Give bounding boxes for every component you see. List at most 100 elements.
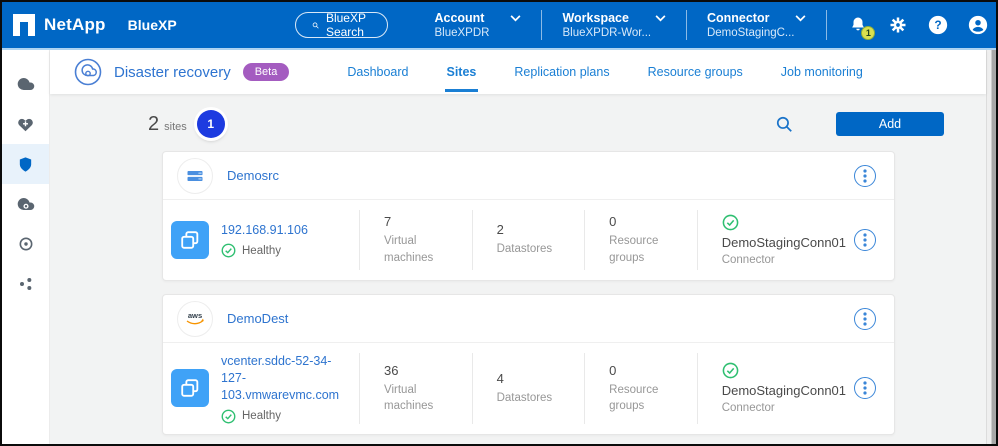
- settings-button[interactable]: [885, 12, 911, 38]
- sidebar-item-storage[interactable]: [2, 64, 49, 104]
- stat-virtual-machines: 36 Virtual machines: [359, 353, 472, 424]
- healthy-check-icon: [221, 243, 236, 258]
- cloud-icon: [17, 75, 35, 93]
- host-menu-button[interactable]: [854, 229, 876, 251]
- tab-replication-plans[interactable]: Replication plans: [512, 52, 611, 92]
- kebab-menu-icon: [863, 312, 867, 326]
- site-avatar: [177, 158, 213, 194]
- host-link[interactable]: 192.168.91.106: [221, 222, 351, 239]
- stat-resource-groups: 0 Resource groups: [584, 353, 697, 424]
- site-card-header: Demosrc: [163, 152, 894, 200]
- header-icons: 1 ?: [845, 12, 991, 38]
- tab-dashboard[interactable]: Dashboard: [345, 52, 410, 92]
- header-menus: Account BlueXPDR Workspace BlueXPDR-Wor.…: [414, 10, 827, 40]
- workspace-label: Workspace: [562, 11, 628, 25]
- aws-icon: aws: [183, 309, 207, 329]
- sidebar-item-protection-active[interactable]: [2, 144, 49, 184]
- connector-check-icon: [722, 214, 739, 231]
- user-icon: [967, 14, 989, 36]
- brand-netapp: NetApp: [44, 15, 106, 35]
- sites-content: 2 sites 1 Add: [50, 94, 986, 444]
- sites-count: 2: [148, 113, 159, 136]
- tab-sites[interactable]: Sites: [445, 52, 479, 92]
- chevron-down-icon: [510, 15, 521, 22]
- host-column: vcenter.sddc-52-34-127-103.vmwarevmc.com…: [221, 353, 359, 424]
- vm-stack-icon: [179, 229, 201, 251]
- brand[interactable]: NetApp BlueXP: [12, 13, 177, 37]
- workspace-menu[interactable]: Workspace BlueXPDR-Wor...: [542, 11, 685, 39]
- add-site-button[interactable]: Add: [836, 112, 944, 136]
- svg-text:aws: aws: [188, 311, 202, 320]
- tab-job-monitoring[interactable]: Job monitoring: [779, 52, 865, 92]
- notifications-button[interactable]: 1: [845, 12, 871, 38]
- site-card-details: 192.168.91.106 Healthy 7 Virtual machine…: [163, 200, 894, 280]
- site-menu-button[interactable]: [854, 308, 876, 330]
- sidebar-item-copy-sync[interactable]: [2, 224, 49, 264]
- health-icon: [17, 116, 34, 133]
- help-icon: ?: [927, 14, 949, 36]
- site-card-demosrc: Demosrc 192.168.91.106: [162, 151, 895, 281]
- sidebar-item-share[interactable]: [2, 264, 49, 304]
- connector-name: DemoStagingConn01: [722, 235, 846, 250]
- connector-menu[interactable]: Connector DemoStagingC...: [687, 11, 827, 39]
- stat-value: 0: [609, 214, 689, 229]
- disaster-recovery-icon: [74, 58, 102, 86]
- service-subheader: Disaster recovery Beta Dashboard Sites R…: [50, 50, 986, 94]
- search-icon: [775, 115, 794, 134]
- bluexp-app-window: NetApp BlueXP BlueXP Search Account Blue…: [0, 0, 998, 446]
- shield-icon: [17, 156, 34, 173]
- connector-column: DemoStagingConn01 Connector: [697, 210, 854, 270]
- site-menu-button[interactable]: [854, 165, 876, 187]
- account-menu[interactable]: Account BlueXPDR: [414, 11, 541, 39]
- host-menu-button[interactable]: [854, 377, 876, 399]
- health-status: Healthy: [242, 410, 281, 422]
- chevron-down-icon: [655, 15, 666, 22]
- sidebar-item-backup[interactable]: [2, 184, 49, 224]
- top-header-bar: NetApp BlueXP BlueXP Search Account Blue…: [2, 2, 996, 50]
- header-divider: [826, 10, 827, 40]
- tab-bar: Dashboard Sites Replication plans Resour…: [345, 52, 864, 92]
- notification-badge: 1: [861, 26, 875, 40]
- sites-count-label: sites: [164, 121, 187, 133]
- account-label: Account: [434, 11, 484, 25]
- help-button[interactable]: ?: [925, 12, 951, 38]
- site-avatar: aws: [177, 301, 213, 337]
- netapp-logo-icon: [12, 13, 36, 37]
- filter-search-button[interactable]: [775, 115, 794, 134]
- tab-resource-groups[interactable]: Resource groups: [646, 52, 745, 92]
- kebab-menu-icon: [863, 233, 867, 247]
- connector-name: DemoStagingConn01: [722, 383, 846, 398]
- stat-label: Resource groups: [609, 233, 671, 265]
- site-card-demodest: aws DemoDest vcenter.sddc-52-34-127-103.…: [162, 294, 895, 435]
- copy-sync-icon: [18, 236, 34, 252]
- stat-label: Datastores: [497, 241, 559, 257]
- brand-product: BlueXP: [128, 17, 177, 33]
- user-button[interactable]: [965, 12, 991, 38]
- stat-value: 0: [609, 363, 689, 378]
- site-card-details: vcenter.sddc-52-34-127-103.vmwarevmc.com…: [163, 343, 894, 434]
- stat-label: Resource groups: [609, 382, 671, 414]
- site-name-link[interactable]: DemoDest: [227, 311, 288, 326]
- stat-label: Datastores: [497, 390, 559, 406]
- vcenter-tile: [171, 221, 209, 259]
- stat-virtual-machines: 7 Virtual machines: [359, 210, 472, 270]
- bluexp-search[interactable]: BlueXP Search: [295, 12, 389, 38]
- sidebar-item-health[interactable]: [2, 104, 49, 144]
- stat-value: 4: [497, 371, 577, 386]
- healthy-check-icon: [221, 409, 236, 424]
- server-icon: [185, 166, 205, 186]
- vertical-scrollbar[interactable]: [986, 50, 996, 444]
- stat-label: Virtual machines: [384, 382, 446, 414]
- host-link[interactable]: vcenter.sddc-52-34-127-103.vmwarevmc.com: [221, 353, 351, 404]
- kebab-menu-icon: [863, 169, 867, 183]
- backup-recovery-icon: [17, 195, 35, 213]
- connector-value: DemoStagingC...: [707, 27, 807, 39]
- stat-value: 7: [384, 214, 464, 229]
- connector-label: Connector: [707, 11, 770, 25]
- site-card-header: aws DemoDest: [163, 295, 894, 343]
- workspace-value: BlueXPDR-Wor...: [562, 27, 665, 39]
- sites-toolbar: 2 sites 1 Add: [148, 110, 944, 138]
- vm-stack-icon: [179, 377, 201, 399]
- site-name-link[interactable]: Demosrc: [227, 168, 279, 183]
- app-body: Disaster recovery Beta Dashboard Sites R…: [2, 50, 996, 444]
